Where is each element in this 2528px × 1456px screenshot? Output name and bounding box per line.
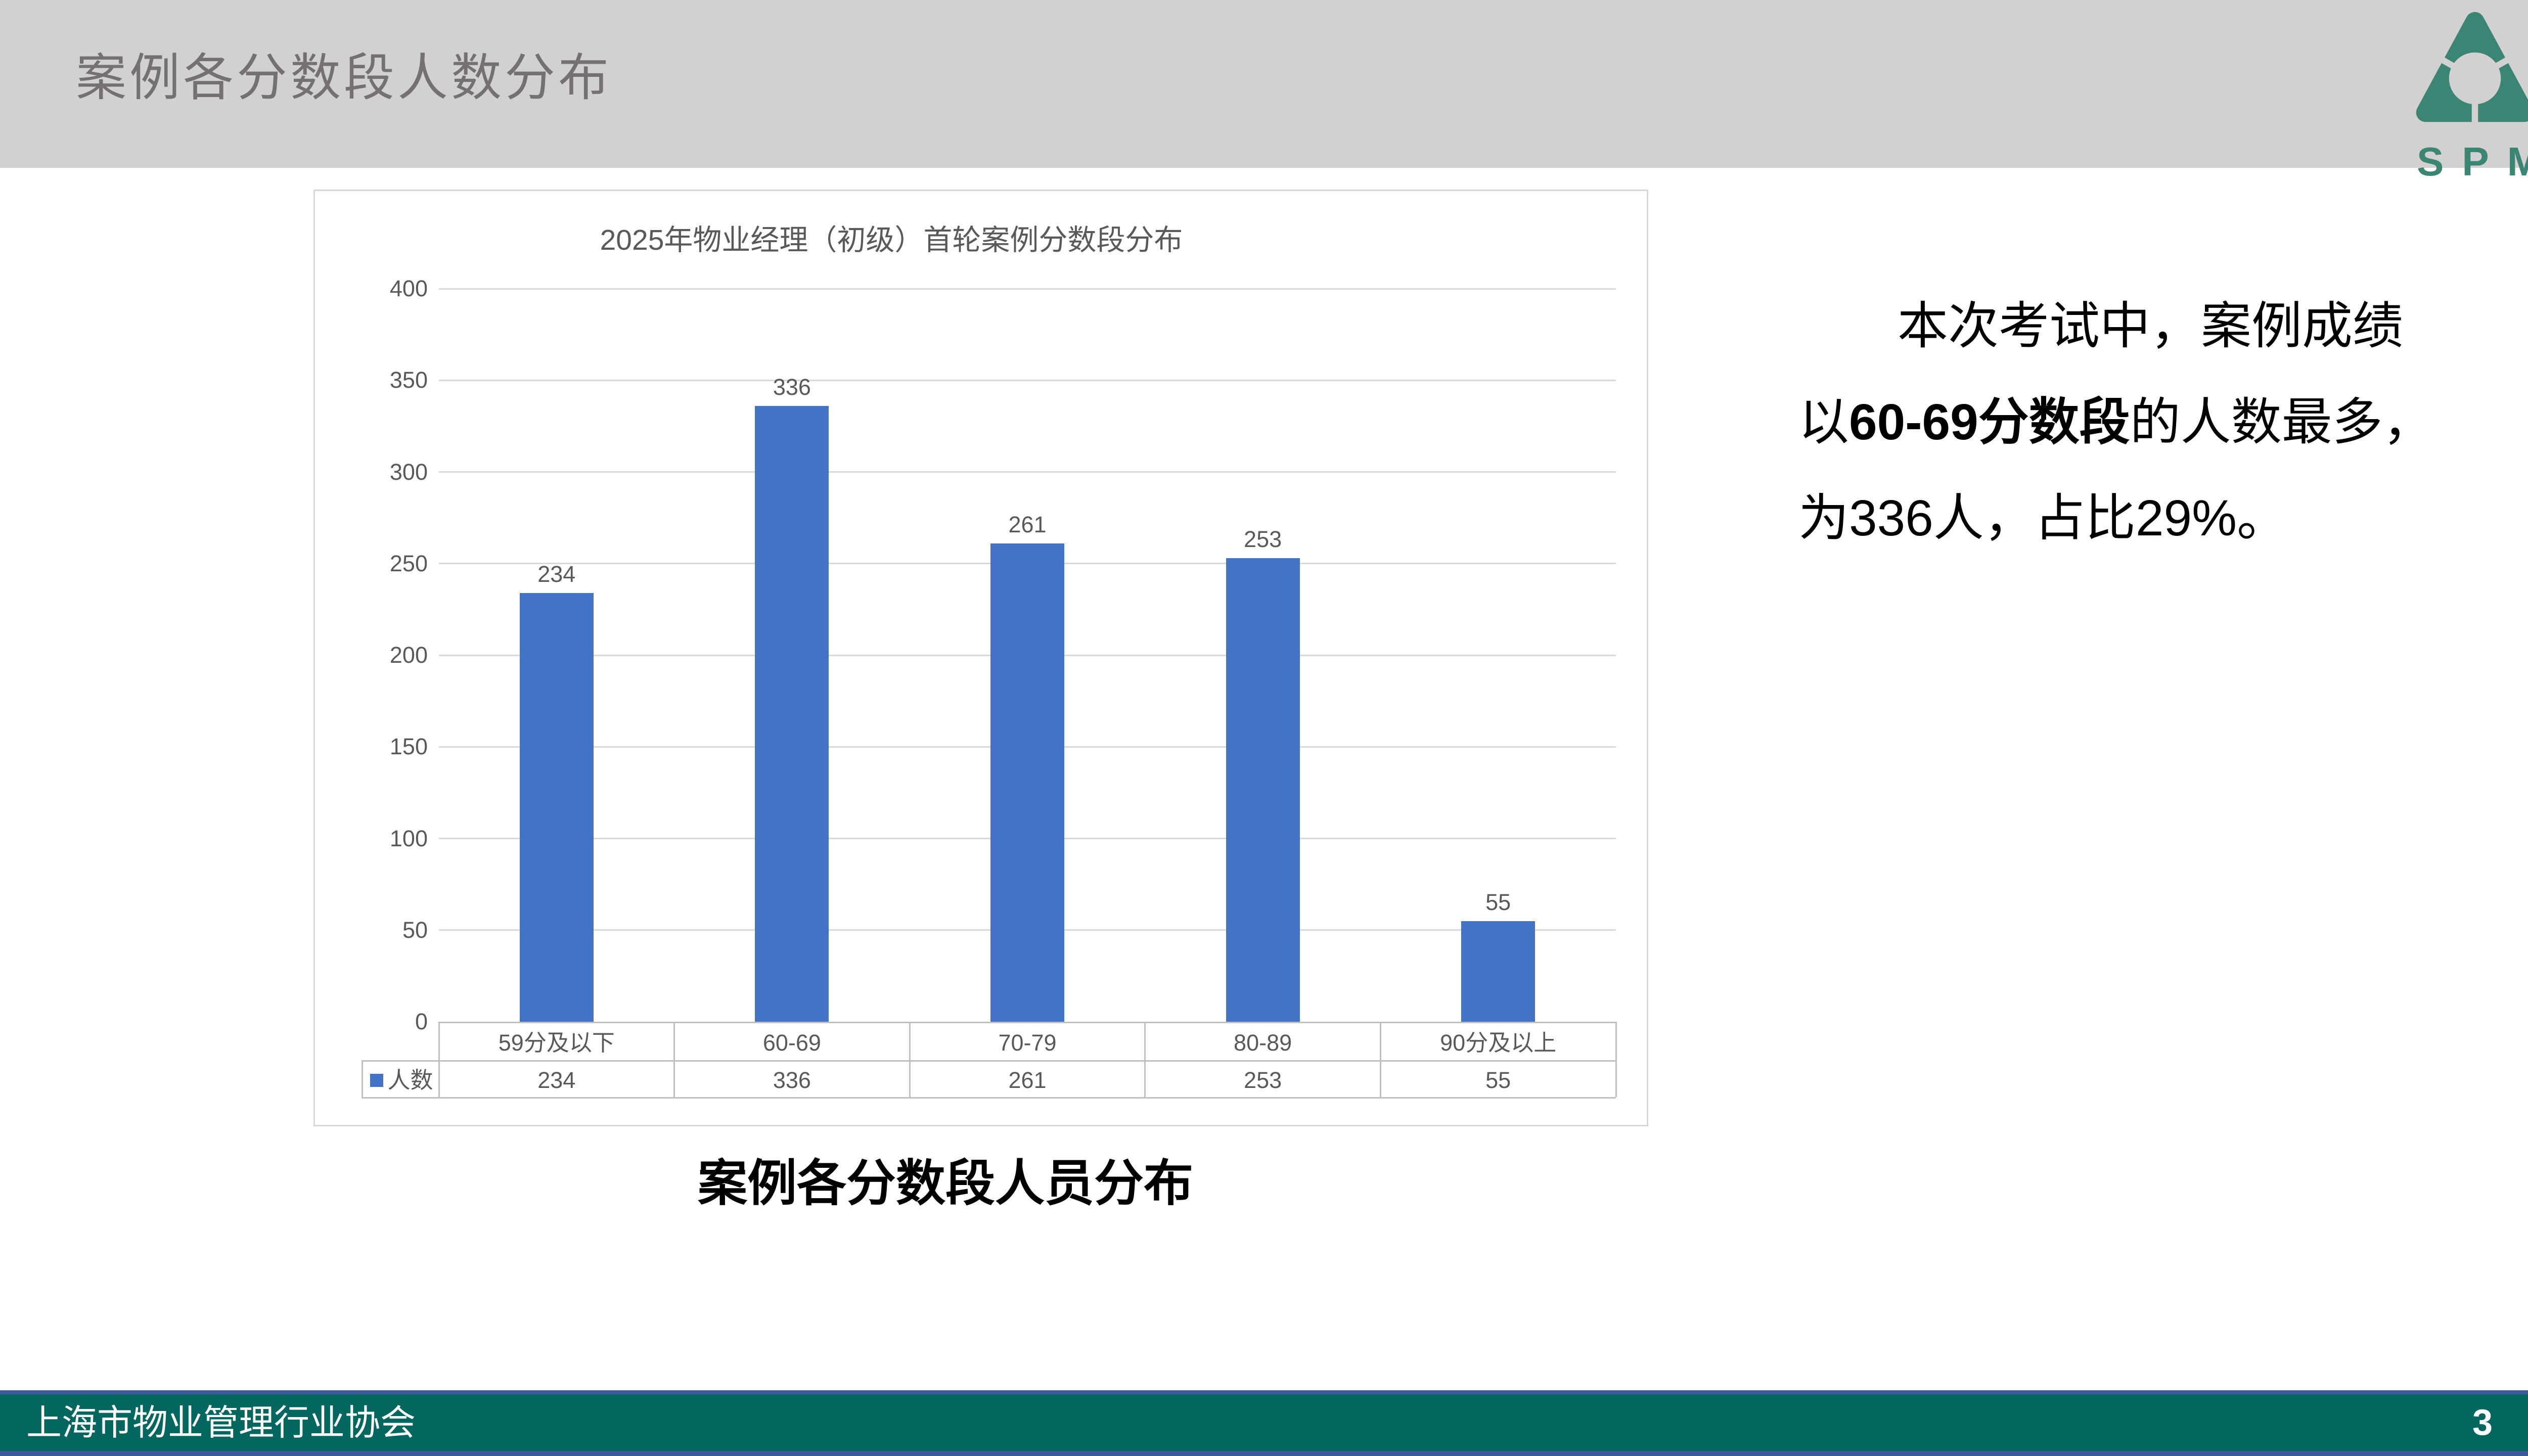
bar-value-label: 234 xyxy=(481,562,633,587)
chart-caption: 案例各分数段人员分布 xyxy=(592,1155,1299,1211)
page-title: 案例各分数段人数分布 xyxy=(76,47,612,110)
slide: 案例各分数段人数分布 SPM® 2025年物业经理（初级）首轮案例分数段分布 0… xyxy=(0,0,2528,1456)
analysis-line: 为336人，占比29%。 xyxy=(1798,470,2506,566)
analysis-bold-segment: 60-69分数段 xyxy=(1849,394,2130,450)
bar xyxy=(1226,558,1300,1022)
table-line xyxy=(362,1097,1616,1099)
analysis-line: 本次考试中，案例成绩 xyxy=(1798,278,2506,374)
bar xyxy=(1461,921,1535,1022)
spm-logo: SPM® xyxy=(2402,5,2528,182)
table-category-cell: 60-69 xyxy=(674,1029,910,1057)
footer-org: 上海市物业管理行业协会 xyxy=(26,1394,416,1451)
y-axis-tick-label: 250 xyxy=(315,550,428,578)
chart-title: 2025年物业经理（初级）首轮案例分数段分布 xyxy=(315,224,1468,256)
table-value-cell: 253 xyxy=(1145,1066,1381,1095)
analysis-line: 以60-69分数段的人数最多， xyxy=(1798,374,2506,470)
legend-series-name: 人数 xyxy=(387,1066,433,1095)
table-value-cell: 55 xyxy=(1380,1066,1616,1095)
bar xyxy=(755,406,829,1022)
table-category-cell: 59分及以下 xyxy=(439,1029,674,1057)
y-axis-tick-label: 150 xyxy=(315,733,428,761)
footer-page-number: 3 xyxy=(2452,1394,2513,1451)
y-axis-tick-label: 400 xyxy=(315,275,428,303)
legend-cell: 人数 xyxy=(365,1066,439,1095)
table-line xyxy=(362,1060,1616,1062)
table-line xyxy=(362,1060,363,1097)
analysis-segment: 的人数最多， xyxy=(2130,394,2433,450)
analysis-text: 本次考试中，案例成绩 以60-69分数段的人数最多， 为336人，占比29%。 xyxy=(1798,278,2506,566)
y-axis-tick-label: 350 xyxy=(315,366,428,394)
y-axis-tick-label: 300 xyxy=(315,458,428,486)
table-value-cell: 336 xyxy=(674,1066,910,1095)
bar xyxy=(990,543,1064,1022)
gridline xyxy=(439,288,1616,290)
analysis-segment: 为336人，占比29%。 xyxy=(1798,490,2287,547)
bar-value-label: 336 xyxy=(716,375,868,400)
table-value-cell: 234 xyxy=(439,1066,674,1095)
table-category-cell: 70-79 xyxy=(910,1029,1145,1057)
gridline xyxy=(439,380,1616,381)
spm-triangle-icon xyxy=(2404,5,2528,131)
analysis-segment: 本次考试中，案例成绩 xyxy=(1898,298,2403,354)
logo-letters: SPM xyxy=(2417,139,2528,184)
table-category-cell: 90分及以上 xyxy=(1380,1029,1616,1057)
legend-swatch xyxy=(370,1074,383,1087)
y-axis-tick-label: 0 xyxy=(315,1008,428,1036)
banner: 案例各分数段人数分布 xyxy=(0,0,2528,168)
table-value-cell: 261 xyxy=(910,1066,1145,1095)
gridline xyxy=(439,471,1616,473)
table-category-cell: 80-89 xyxy=(1145,1029,1381,1057)
chart-box: 2025年物业经理（初级）首轮案例分数段分布 0 50 100 150 200 250 30… xyxy=(313,190,1648,1126)
y-axis-tick-label: 50 xyxy=(315,916,428,944)
footer: 上海市物业管理行业协会 3 xyxy=(0,1390,2528,1456)
table-line xyxy=(439,1022,1616,1023)
bar-value-label: 253 xyxy=(1187,527,1339,552)
y-axis-tick-label: 200 xyxy=(315,641,428,669)
bar-value-label: 261 xyxy=(952,512,1103,537)
bar xyxy=(520,593,594,1022)
analysis-segment: 以 xyxy=(1798,394,1849,450)
logo-text: SPM® xyxy=(2402,127,2528,182)
y-axis-tick-label: 100 xyxy=(315,825,428,853)
bar-value-label: 55 xyxy=(1422,890,1574,915)
